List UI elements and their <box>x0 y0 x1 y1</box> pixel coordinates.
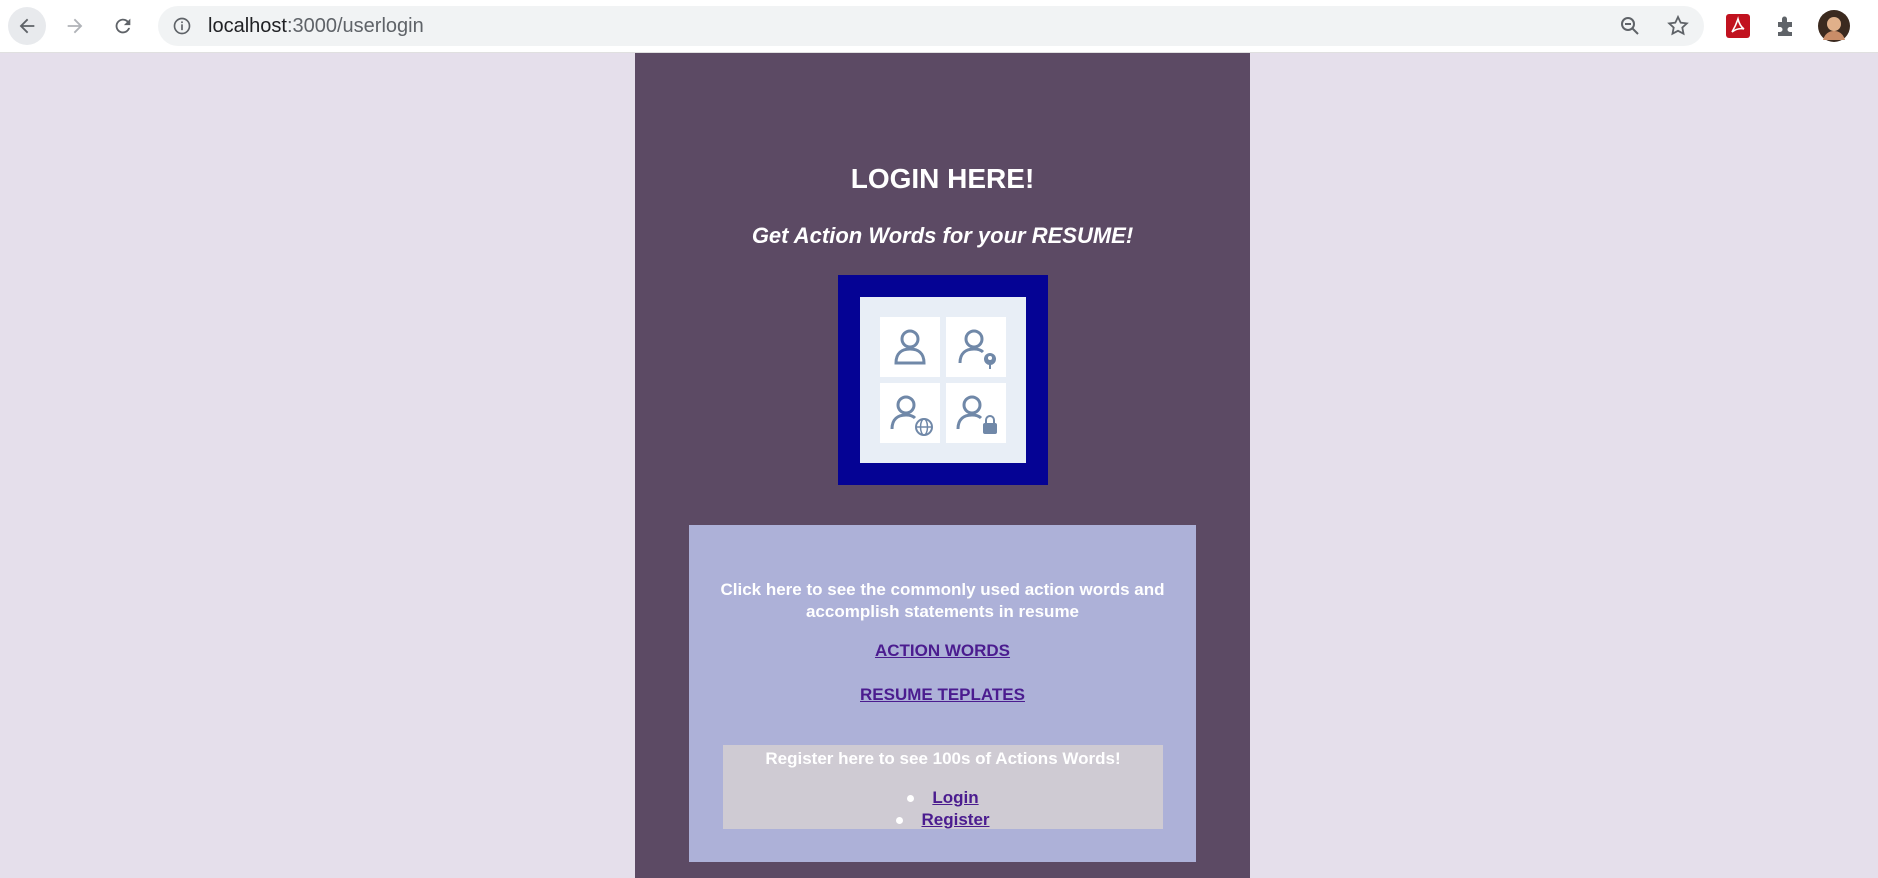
main-column: LOGIN HERE! Get Action Words for your RE… <box>635 53 1250 878</box>
reload-button[interactable] <box>104 7 142 45</box>
bullet-icon <box>907 795 915 803</box>
card-description: Click here to see the commonly used acti… <box>720 580 1165 621</box>
browser-toolbar: localhost:3000/userlogin <box>0 0 1878 53</box>
page-title: LOGIN HERE! <box>850 163 1035 194</box>
user-icon <box>880 317 940 377</box>
action-words-link[interactable]: ACTION WORDS <box>875 641 1010 660</box>
page-subtitle: Get Action Words for your RESUME! <box>751 223 1134 248</box>
auth-links-list: Login Register <box>723 787 1163 831</box>
back-icon <box>19 18 35 34</box>
profile-avatar[interactable] <box>1818 10 1850 42</box>
logo-inner <box>860 297 1026 463</box>
back-button[interactable] <box>8 7 46 45</box>
reload-icon <box>115 18 131 34</box>
register-prompt: Register here to see 100s of Actions Wor… <box>765 749 1121 768</box>
register-box: Register here to see 100s of Actions Wor… <box>723 745 1163 829</box>
bullet-icon <box>896 817 904 825</box>
action-words-card: Click here to see the commonly used acti… <box>689 525 1196 862</box>
extensions-puzzle-icon[interactable] <box>1772 12 1800 40</box>
user-key-icon <box>946 317 1006 377</box>
resume-templates-link-row: RESUME TEPLATES <box>689 685 1196 705</box>
login-logo <box>838 275 1048 485</box>
zoom-icon[interactable] <box>1618 14 1642 38</box>
action-words-link-row: ACTION WORDS <box>689 641 1196 661</box>
forward-button[interactable] <box>56 7 94 45</box>
list-item: Login <box>723 787 1163 809</box>
login-link[interactable]: Login <box>932 788 978 807</box>
pdf-extension-icon[interactable] <box>1724 12 1752 40</box>
bookmark-star-icon[interactable] <box>1666 14 1690 38</box>
page-background: LOGIN HERE! Get Action Words for your RE… <box>0 53 1878 878</box>
address-bar[interactable]: localhost:3000/userlogin <box>158 6 1704 46</box>
forward-icon <box>67 18 83 34</box>
resume-templates-link[interactable]: RESUME TEPLATES <box>860 685 1025 704</box>
url-text[interactable]: localhost:3000/userlogin <box>208 15 424 38</box>
list-item: Register <box>723 809 1163 831</box>
register-link[interactable]: Register <box>921 810 989 829</box>
site-info-icon[interactable] <box>172 16 192 36</box>
user-lock-icon <box>946 383 1006 443</box>
user-globe-icon <box>880 383 940 443</box>
